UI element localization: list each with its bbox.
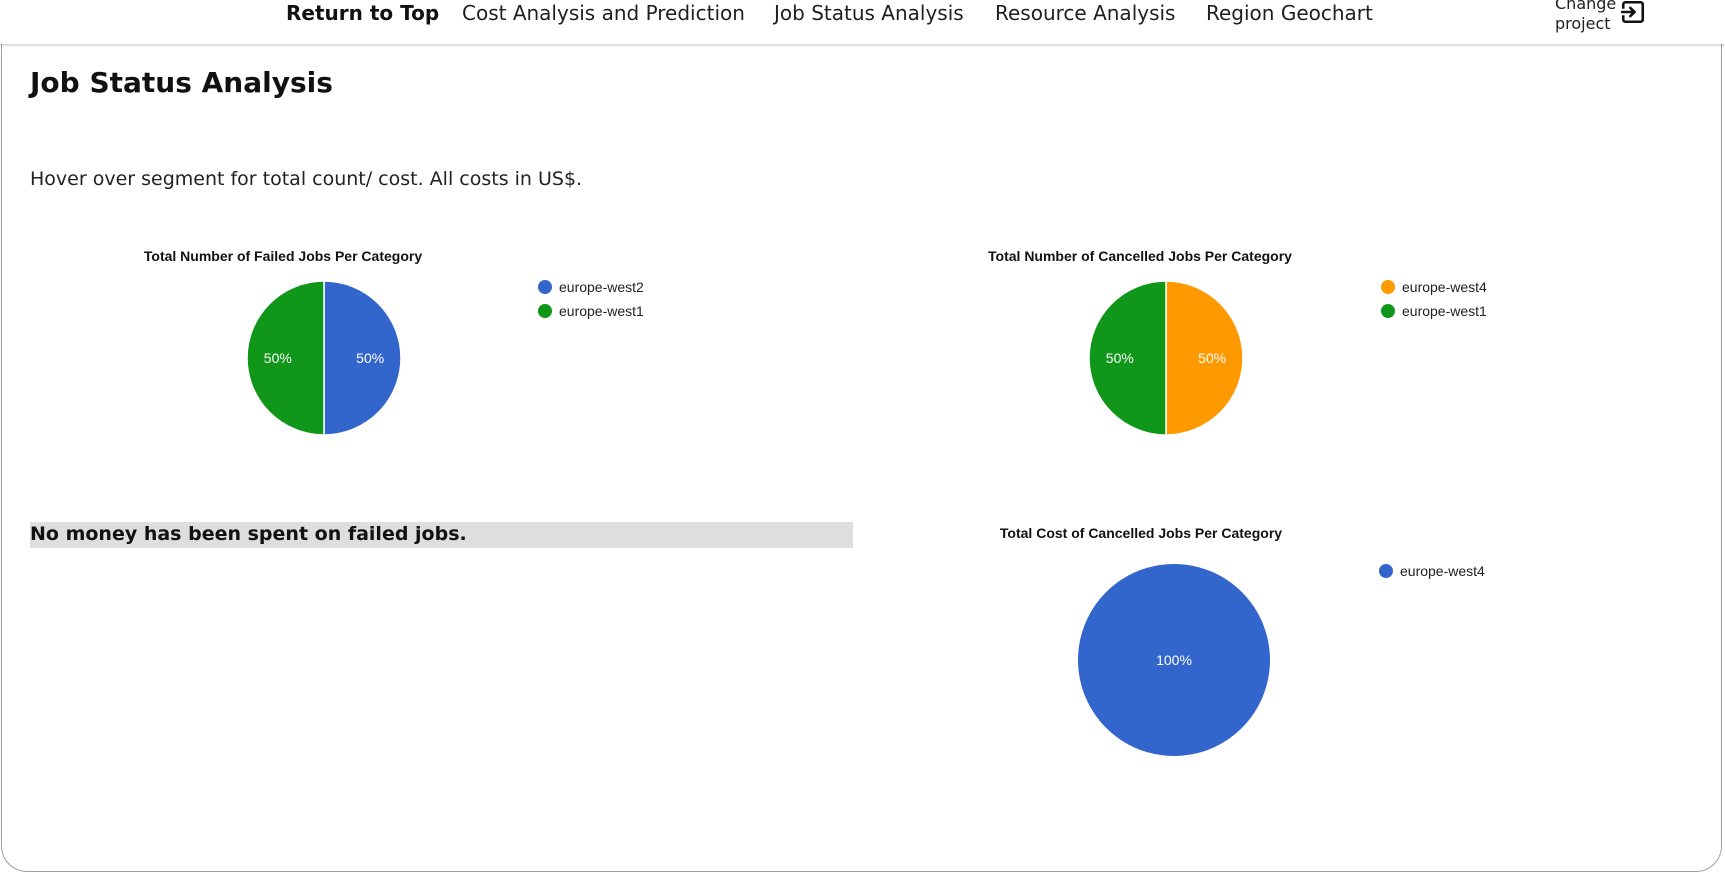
pie-slice-percent-label: 50% [1106, 350, 1134, 366]
change-project-button[interactable]: Change project [1555, 0, 1655, 38]
nav-return-to-top[interactable]: Return to Top [286, 0, 439, 28]
nav-region-geochart[interactable]: Region Geochart [1206, 0, 1373, 28]
nav-job-status-analysis[interactable]: Job Status Analysis [774, 0, 964, 28]
legend-label-europe-west1[interactable]: europe-west1 [1402, 303, 1487, 319]
legend-label-europe-west4[interactable]: europe-west4 [1400, 563, 1485, 579]
chart-title: Total Cost of Cancelled Jobs Per Categor… [1000, 525, 1282, 541]
pie-slice-percent-label: 100% [1156, 652, 1192, 668]
failed-cost-note: No money has been spent on failed jobs. [30, 522, 853, 548]
legend-label-europe-west1[interactable]: europe-west1 [559, 303, 644, 319]
hover-hint-text: Hover over segment for total count/ cost… [30, 168, 583, 190]
pie-slice-percent-label: 50% [356, 350, 384, 366]
legend-marker [1381, 304, 1395, 318]
page-title: Job Status Analysis [30, 66, 333, 99]
nav-cost-analysis[interactable]: Cost Analysis and Prediction [462, 0, 745, 28]
legend-label-europe-west2[interactable]: europe-west2 [559, 279, 644, 295]
legend-marker [538, 304, 552, 318]
legend-marker [538, 280, 552, 294]
failed-jobs-pie-chart: Total Number of Failed Jobs Per Category… [144, 248, 644, 436]
cancelled-cost-pie-chart: Total Cost of Cancelled Jobs Per Categor… [1000, 525, 1485, 756]
top-nav-bar: Return to Top Cost Analysis and Predicti… [0, 0, 1725, 44]
legend-marker [1381, 280, 1395, 294]
chart-title: Total Number of Cancelled Jobs Per Categ… [988, 248, 1292, 264]
legend-label-europe-west4[interactable]: europe-west4 [1402, 279, 1487, 295]
failed-cost-note-text: No money has been spent on failed jobs. [30, 523, 467, 545]
chart-title: Total Number of Failed Jobs Per Category [144, 248, 422, 264]
exit-to-app-icon [1620, 0, 1646, 30]
pie-slice-percent-label: 50% [1198, 350, 1226, 366]
nav-resource-analysis[interactable]: Resource Analysis [995, 0, 1175, 28]
pie-slice-percent-label: 50% [264, 350, 292, 366]
change-project-label: Change project [1555, 0, 1617, 33]
legend-marker [1379, 564, 1393, 578]
cancelled-jobs-pie-chart: Total Number of Cancelled Jobs Per Categ… [988, 248, 1487, 436]
